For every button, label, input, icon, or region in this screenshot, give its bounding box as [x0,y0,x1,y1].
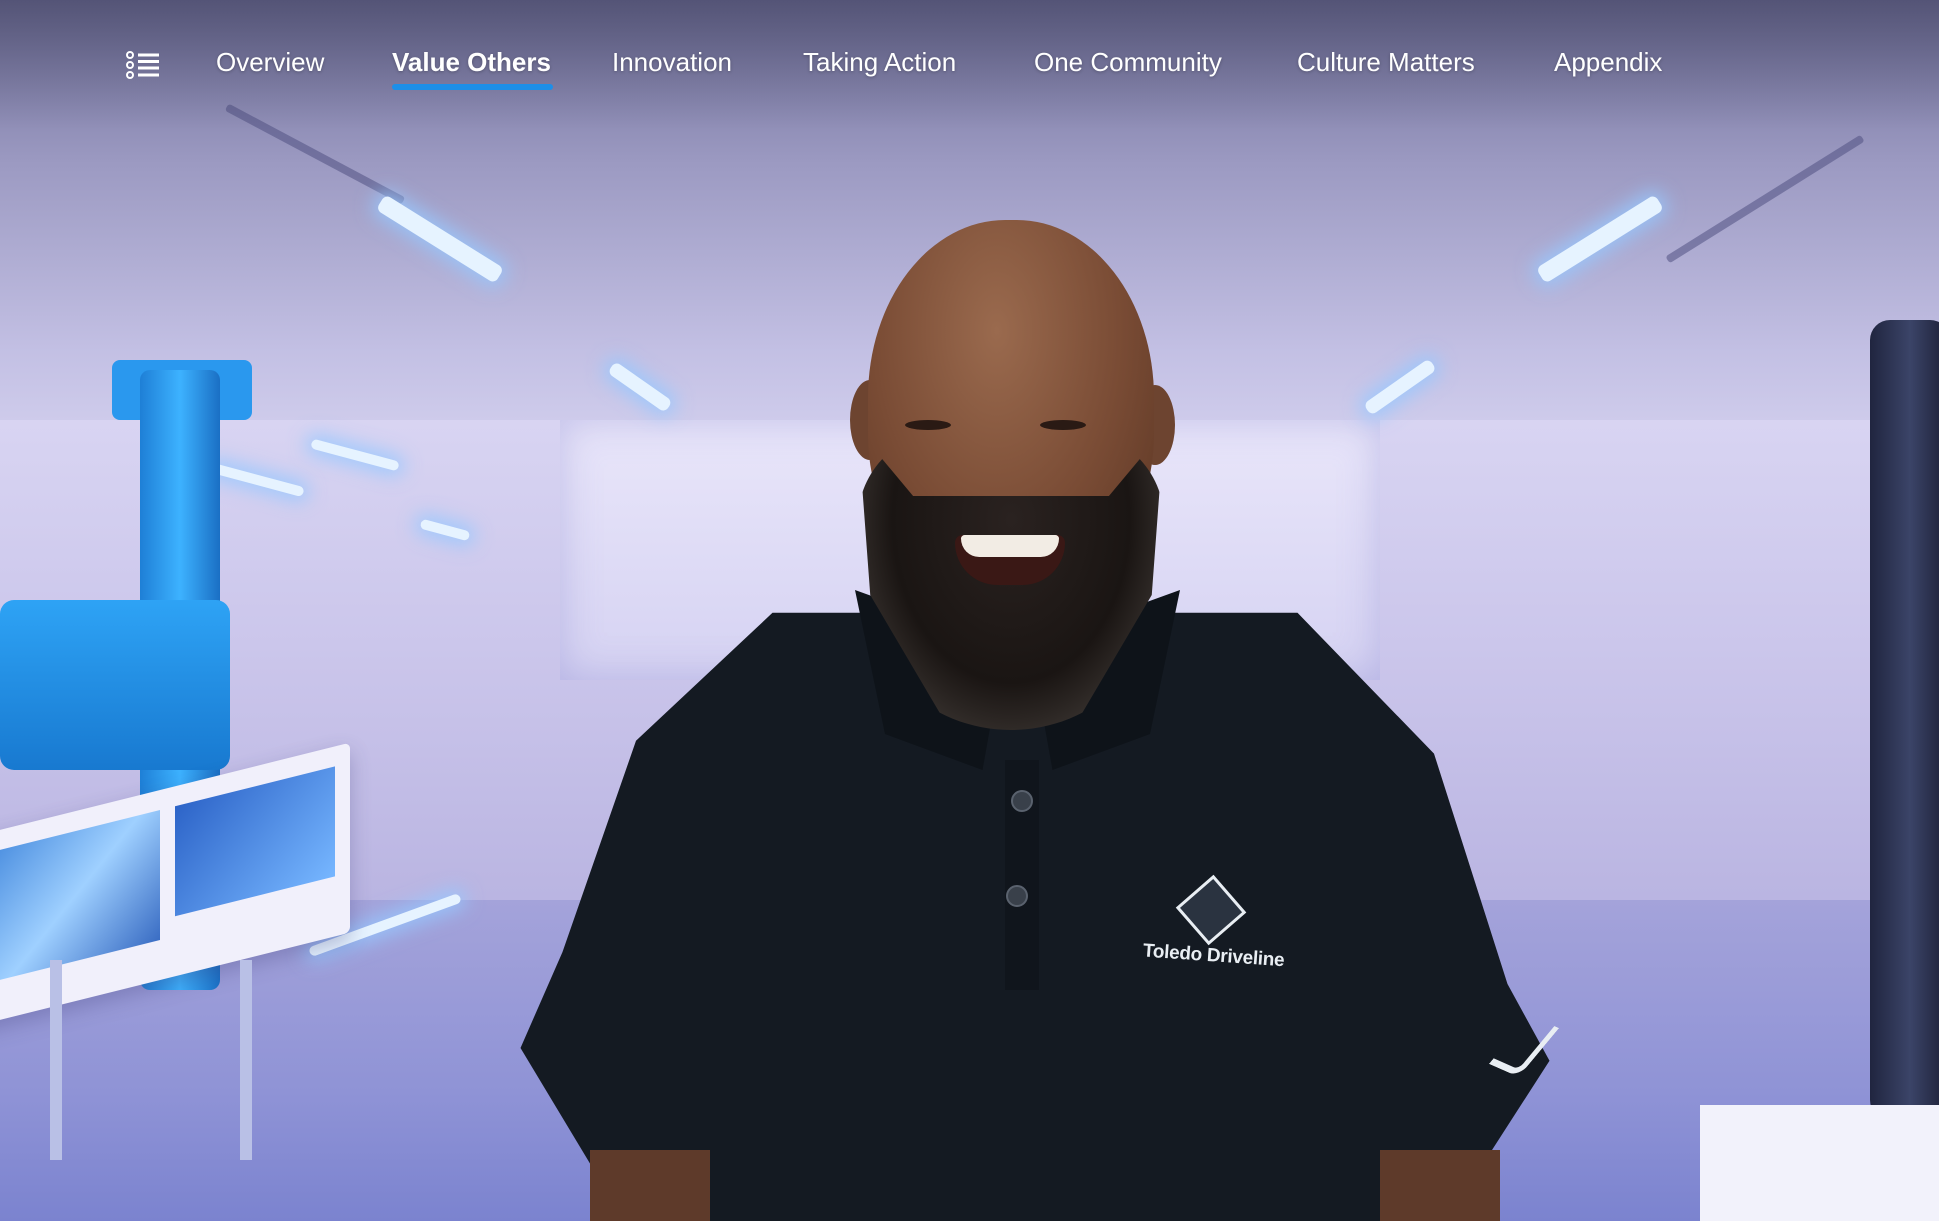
nav-item-appendix[interactable]: Appendix [1554,44,1662,80]
plinth [1700,1105,1939,1221]
hero-photo: Toledo Driveline [0,0,1939,1221]
dark-machine [1870,320,1939,1120]
shirt-logo: Toledo Driveline [1142,874,1285,971]
active-tab-indicator [392,84,553,90]
nav-item-taking-action[interactable]: Taking Action [803,44,956,80]
nav-item-one-community[interactable]: One Community [1034,44,1222,80]
nav-item-value-others[interactable]: Value Others [392,44,551,80]
top-navigation: Overview Value Others Innovation Taking … [0,0,1939,130]
nav-item-innovation[interactable]: Innovation [612,44,732,80]
nav-item-culture-matters[interactable]: Culture Matters [1297,44,1475,80]
nav-item-overview[interactable]: Overview [216,44,324,80]
list-icon[interactable] [126,51,160,79]
